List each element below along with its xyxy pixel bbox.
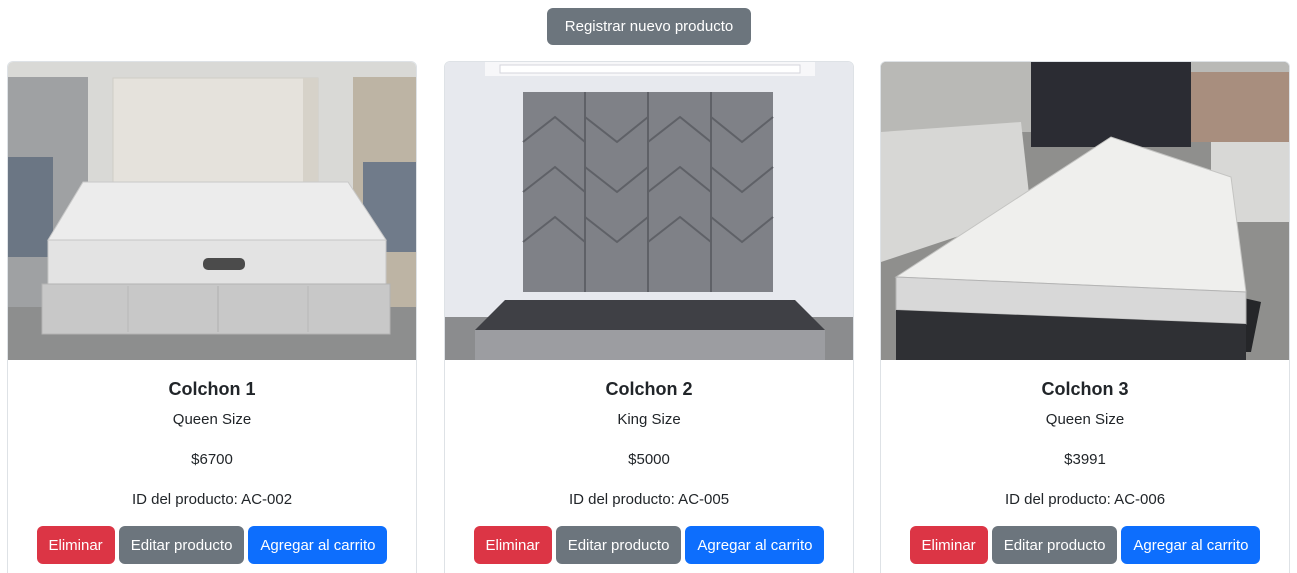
card-actions: Eliminar Editar producto Agregar al carr…	[8, 526, 416, 564]
card-body: Colchon 3 Queen Size $3991 ID del produc…	[881, 360, 1289, 564]
edit-product-button[interactable]: Editar producto	[555, 526, 682, 564]
card-actions: Eliminar Editar producto Agregar al carr…	[881, 526, 1289, 564]
product-price: $5000	[628, 451, 670, 468]
card-body: Colchon 1 Queen Size $6700 ID del produc…	[8, 360, 416, 564]
product-image	[881, 62, 1289, 360]
page: Registrar nuevo producto Colchon 1 Queen…	[0, 0, 1297, 573]
product-id: ID del producto: AC-006	[1004, 491, 1166, 508]
product-card: Colchon 3 Queen Size $3991 ID del produc…	[880, 61, 1290, 573]
product-price: $3991	[1064, 451, 1106, 468]
product-size: Queen Size	[1045, 411, 1125, 428]
product-card: Colchon 1 Queen Size $6700 ID del produc…	[7, 61, 417, 573]
delete-button[interactable]: Eliminar	[473, 526, 552, 564]
card-actions: Eliminar Editar producto Agregar al carr…	[445, 526, 853, 564]
product-id: ID del producto: AC-002	[131, 491, 293, 508]
edit-product-button[interactable]: Editar producto	[991, 526, 1118, 564]
product-price: $6700	[191, 451, 233, 468]
add-to-cart-button[interactable]: Agregar al carrito	[1121, 526, 1261, 564]
register-product-button[interactable]: Registrar nuevo producto	[547, 8, 751, 45]
product-image	[8, 62, 416, 360]
product-size: King Size	[617, 411, 681, 428]
product-id: ID del producto: AC-005	[568, 491, 730, 508]
add-to-cart-button[interactable]: Agregar al carrito	[685, 526, 825, 564]
product-image	[445, 62, 853, 360]
product-title: Colchon 2	[605, 379, 693, 399]
card-body: Colchon 2 King Size $5000 ID del product…	[445, 360, 853, 564]
product-title: Colchon 1	[168, 379, 256, 399]
product-card: Colchon 2 King Size $5000 ID del product…	[444, 61, 854, 573]
product-title: Colchon 3	[1041, 379, 1129, 399]
add-to-cart-button[interactable]: Agregar al carrito	[248, 526, 388, 564]
delete-button[interactable]: Eliminar	[909, 526, 988, 564]
product-size: Queen Size	[172, 411, 252, 428]
delete-button[interactable]: Eliminar	[36, 526, 115, 564]
edit-product-button[interactable]: Editar producto	[118, 526, 245, 564]
